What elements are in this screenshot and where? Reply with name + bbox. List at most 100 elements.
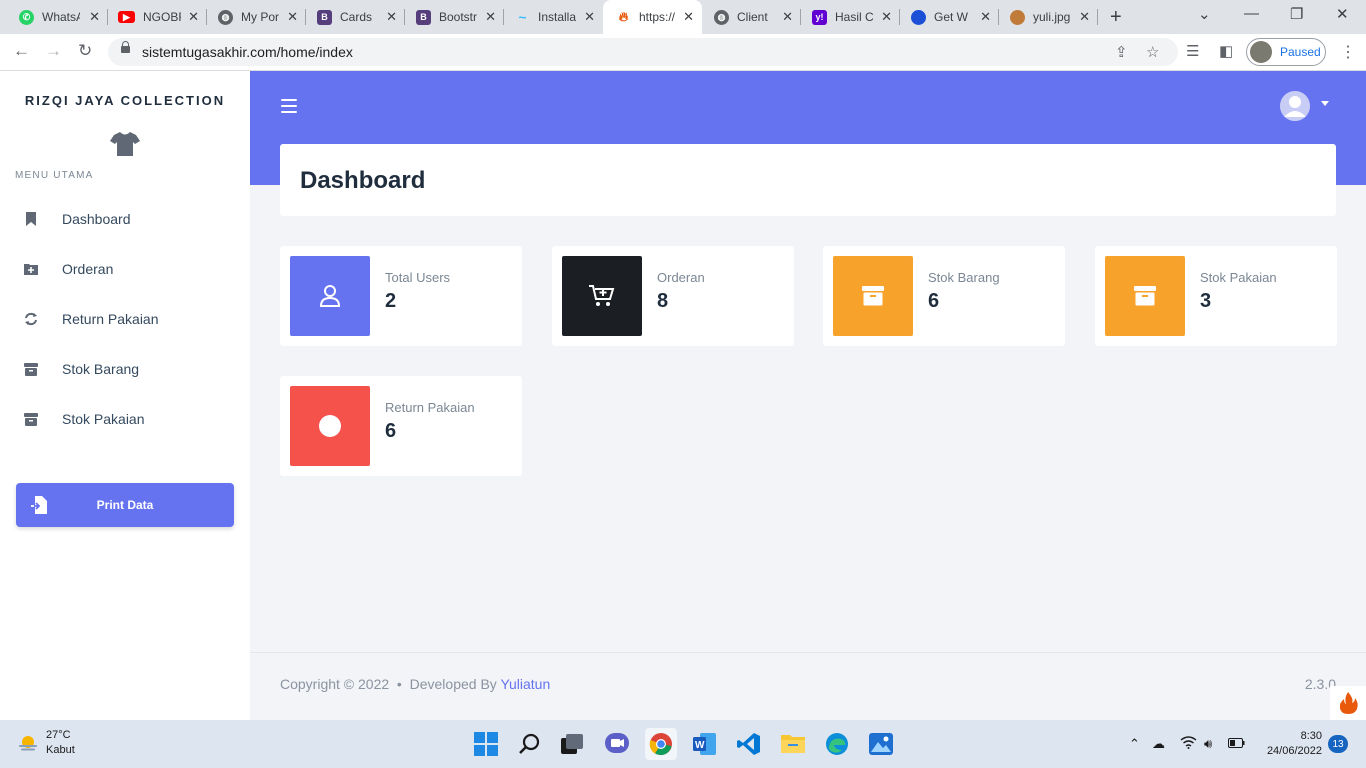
browser-tab[interactable]: y! Hasil C ✕ <box>801 0 900 34</box>
close-tab-icon[interactable]: ✕ <box>584 9 595 25</box>
wifi-icon[interactable] <box>1180 736 1197 752</box>
weather-widget[interactable]: 27°C Kabut <box>18 728 75 758</box>
stat-value: 6 <box>385 420 397 442</box>
user-icon <box>290 256 370 336</box>
close-tab-icon[interactable]: ✕ <box>782 9 793 25</box>
chevron-down-icon[interactable] <box>1321 101 1329 106</box>
task-view-icon[interactable] <box>556 728 588 760</box>
sidebar-item-orderan[interactable]: Orderan <box>0 249 250 289</box>
search-icon[interactable] <box>514 728 546 760</box>
browser-tab[interactable]: ✆ WhatsApp ✕ <box>0 0 108 34</box>
weather-icon <box>18 733 38 753</box>
close-tab-icon[interactable]: ✕ <box>980 9 991 25</box>
volume-icon[interactable]: 🔊︎ <box>1204 736 1212 752</box>
reading-list-icon[interactable]: ☰ <box>1186 42 1199 60</box>
restore-icon[interactable]: ❐ <box>1290 5 1303 23</box>
stat-value: 2 <box>385 290 397 312</box>
whatsapp-icon: ✆ <box>19 9 34 25</box>
user-avatar-icon[interactable] <box>1280 91 1310 121</box>
close-tab-icon[interactable]: ✕ <box>386 9 397 25</box>
close-window-icon[interactable]: ✕ <box>1336 5 1349 23</box>
browser-tab[interactable]: B Bootstrap ✕ <box>405 0 504 34</box>
image-icon <box>1010 9 1025 25</box>
brand-title[interactable]: RIZQI JAYA COLLECTION <box>0 93 250 108</box>
sidebar-item-stok-pakaian[interactable]: Stok Pakaian <box>0 399 250 439</box>
tailwind-icon: ~ <box>518 9 527 25</box>
sidebar-item-label: Return Pakaian <box>62 311 159 327</box>
chevron-up-icon[interactable]: ⌃ <box>1129 736 1140 752</box>
windows-start-icon[interactable] <box>470 728 502 760</box>
notification-badge[interactable]: 13 <box>1328 735 1348 753</box>
browser-tab[interactable]: ◍ My Portfolio ✕ <box>207 0 306 34</box>
page-title-card: Dashboard <box>280 144 1336 216</box>
url-text[interactable]: sistemtugasakhir.com/home/index <box>142 44 353 60</box>
forward-icon[interactable]: → <box>45 41 62 61</box>
browser-tab[interactable]: yuli.jpg ✕ <box>999 0 1098 34</box>
word-icon[interactable]: W <box>689 728 721 760</box>
flame-icon[interactable] <box>1330 686 1366 720</box>
sidebar-item-label: Orderan <box>62 261 114 277</box>
close-tab-icon[interactable]: ✕ <box>188 9 199 25</box>
minimize-icon[interactable]: — <box>1244 5 1259 22</box>
sidebar-item-stok-barang[interactable]: Stok Barang <box>0 349 250 389</box>
sidebar-item-label: Stok Pakaian <box>62 411 145 427</box>
clock-date: 24/06/2022 <box>1266 745 1322 757</box>
sidebar-item-dashboard[interactable]: Dashboard <box>0 199 250 239</box>
menu-heading: MENU UTAMA <box>15 170 94 181</box>
edge-icon[interactable] <box>821 728 853 760</box>
stat-card-return-pakaian[interactable]: Return Pakaian 6 <box>280 376 522 476</box>
archive-icon <box>24 362 38 376</box>
browser-tab-active[interactable]: 🔥︎ https:// ✕ <box>603 0 702 34</box>
onedrive-icon[interactable]: ☁ <box>1152 736 1165 752</box>
tab-search-icon[interactable]: ⌄ <box>1198 5 1211 23</box>
temperature: 27°C <box>46 729 71 741</box>
svg-text:W: W <box>695 740 705 751</box>
close-tab-icon[interactable]: ✕ <box>1079 9 1090 25</box>
browser-tab[interactable]: Get W ✕ <box>900 0 999 34</box>
refresh-icon <box>24 312 38 326</box>
file-explorer-icon[interactable] <box>777 728 809 760</box>
chrome-icon[interactable] <box>645 728 677 760</box>
stat-value: 6 <box>928 290 940 312</box>
close-tab-icon[interactable]: ✕ <box>485 9 496 25</box>
reload-icon[interactable]: ↻ <box>78 41 92 61</box>
sidebar-item-label: Dashboard <box>62 211 131 227</box>
browser-tab[interactable]: B Cards ✕ <box>306 0 405 34</box>
sidebar-item-return-pakaian[interactable]: Return Pakaian <box>0 299 250 339</box>
close-tab-icon[interactable]: ✕ <box>683 9 694 25</box>
address-toolbar: ← → ↻ sistemtugasakhir.com/home/index ⇪ … <box>0 34 1366 71</box>
print-data-label: Print Data <box>96 498 154 512</box>
bookmark-star-icon[interactable]: ☆ <box>1146 43 1159 61</box>
teams-chat-icon[interactable] <box>601 728 633 760</box>
browser-tab[interactable]: ~ Installation ✕ <box>504 0 603 34</box>
archive-icon <box>833 256 913 336</box>
system-clock[interactable]: 8:30 24/06/2022 <box>1252 729 1322 759</box>
hamburger-menu-icon[interactable] <box>281 99 297 113</box>
close-tab-icon[interactable]: ✕ <box>881 9 892 25</box>
back-icon[interactable]: ← <box>13 41 30 61</box>
stat-card-orderan[interactable]: Orderan 8 <box>552 246 794 346</box>
author-link[interactable]: Yuliatun <box>500 676 550 692</box>
browser-tab[interactable]: ▶ NGOBRAS ✕ <box>108 0 207 34</box>
bootstrap-icon: B <box>317 9 332 25</box>
address-bar[interactable]: sistemtugasakhir.com/home/index ⇪ ☆ <box>108 38 1178 66</box>
stat-card-stok-pakaian[interactable]: Stok Pakaian 3 <box>1095 246 1337 346</box>
photos-icon[interactable] <box>865 728 897 760</box>
browser-menu-icon[interactable]: ⋮ <box>1340 42 1356 62</box>
stat-card-stok-barang[interactable]: Stok Barang 6 <box>823 246 1065 346</box>
close-tab-icon[interactable]: ✕ <box>89 9 100 25</box>
vscode-icon[interactable] <box>733 728 765 760</box>
side-panel-icon[interactable]: ◧ <box>1219 42 1233 60</box>
lock-icon[interactable] <box>121 41 130 55</box>
battery-icon[interactable] <box>1228 736 1245 751</box>
print-data-button[interactable]: Print Data <box>16 483 234 527</box>
profile-button[interactable]: Paused <box>1246 38 1326 66</box>
browser-tab[interactable]: ◍ Client ✕ <box>702 0 801 34</box>
new-tab-icon[interactable]: + <box>1110 6 1122 29</box>
sidebar-item-label: Stok Barang <box>62 361 140 377</box>
edge-icon <box>911 9 926 25</box>
circle-icon <box>290 386 370 466</box>
close-tab-icon[interactable]: ✕ <box>287 9 298 25</box>
stat-card-total-users[interactable]: Total Users 2 <box>280 246 522 346</box>
share-icon[interactable]: ⇪ <box>1115 43 1128 61</box>
